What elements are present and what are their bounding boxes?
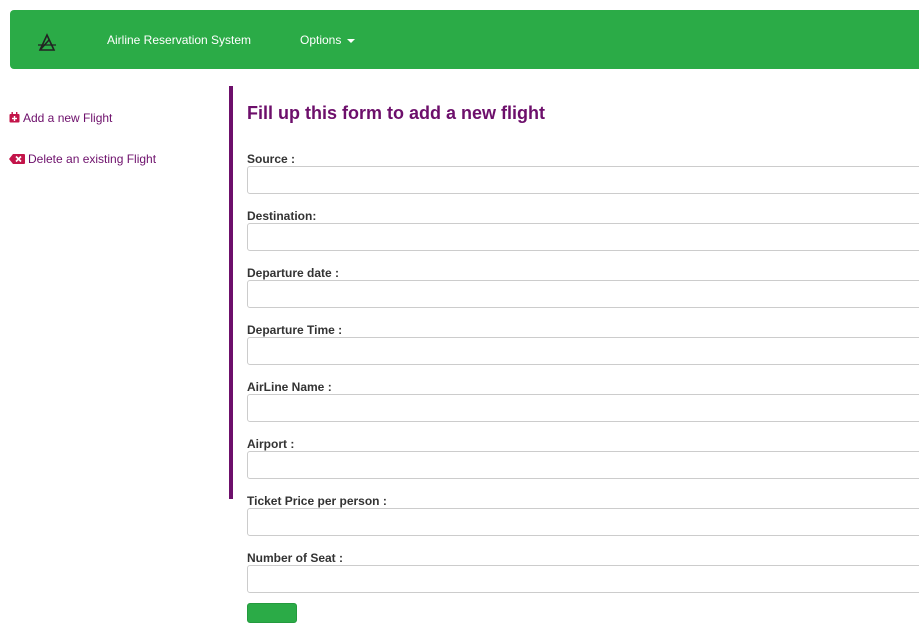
submit-button[interactable] [247, 603, 297, 623]
app-title[interactable]: Airline Reservation System [107, 33, 251, 47]
destination-input[interactable] [247, 223, 919, 251]
section-divider-bar [229, 86, 233, 499]
sidebar-item-add-flight[interactable]: Add a new Flight [9, 111, 112, 126]
airport-input[interactable] [247, 451, 919, 479]
caret-down-icon [347, 38, 356, 43]
source-input[interactable] [247, 166, 919, 194]
source-label: Source : [247, 152, 296, 166]
backspace-x-icon [9, 153, 25, 167]
sidebar-item-label: Delete an existing Flight [28, 152, 157, 166]
number-of-seat-label: Number of Seat : [247, 551, 344, 565]
departure-time-label: Departure Time : [247, 323, 343, 337]
ticket-price-label: Ticket Price per person : [247, 494, 387, 508]
top-navbar: Airline Reservation System Options [10, 10, 919, 69]
airline-name-label: AirLine Name : [247, 380, 332, 394]
options-dropdown[interactable]: Options [300, 33, 356, 47]
sidebar-item-label: Add a new Flight [23, 111, 113, 125]
number-of-seat-input[interactable] [247, 565, 919, 593]
airline-name-input[interactable] [247, 394, 919, 422]
paper-plane-logo-icon[interactable] [36, 31, 58, 53]
calendar-plus-icon [9, 112, 20, 126]
ticket-price-input[interactable] [247, 508, 919, 536]
airport-label: Airport : [247, 437, 295, 451]
departure-date-label: Departure date : [247, 266, 340, 280]
sidebar-item-delete-flight[interactable]: Delete an existing Flight [9, 152, 156, 167]
destination-label: Destination: [247, 209, 317, 223]
departure-time-input[interactable] [247, 337, 919, 365]
departure-date-input[interactable] [247, 280, 919, 308]
options-label: Options [300, 33, 342, 47]
form-title: Fill up this form to add a new flight [247, 103, 545, 123]
